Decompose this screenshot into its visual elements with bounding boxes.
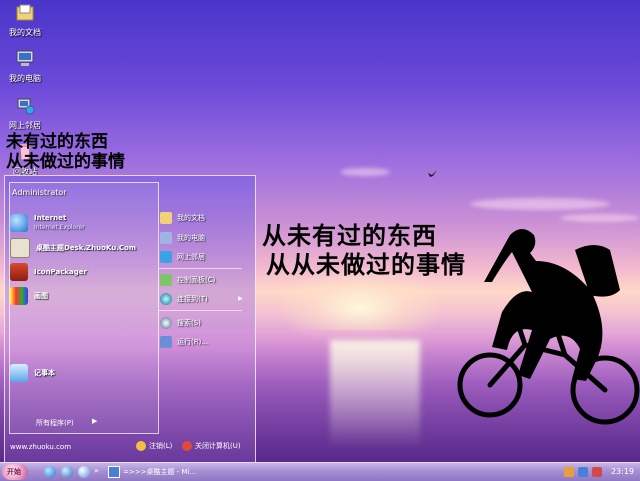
- tray-icon[interactable]: [564, 467, 574, 477]
- my-computer-icon: [160, 232, 172, 244]
- tray-icon[interactable]: [592, 467, 602, 477]
- desktop-icon-my-documents[interactable]: 我的文档: [0, 4, 50, 38]
- cyclist-silhouette: [457, 229, 640, 425]
- wallpaper-caption: 从未有过的东西 从从未做过的事情: [262, 222, 466, 280]
- pinned-internet[interactable]: Internet Internet Explorer: [10, 212, 85, 234]
- start-search[interactable]: 搜索(S): [160, 316, 201, 330]
- start-item-label: 我的电脑: [177, 234, 205, 242]
- all-programs-button[interactable]: 所有程序(P): [36, 418, 74, 428]
- wallpaper-caption-overlay: 未有过的东西 从未做过的事情: [6, 132, 125, 172]
- paint-icon: [10, 287, 28, 305]
- start-menu-url: www.zhuoku.com: [10, 443, 72, 451]
- overlay-line: 从未做过的事情: [6, 152, 125, 172]
- overlay-line: 未有过的东西: [6, 132, 108, 152]
- internet-explorer-icon: [10, 214, 28, 232]
- cloud: [340, 168, 390, 176]
- wallpaper-caption-line: 从从未做过的事情: [266, 251, 466, 279]
- start-network-places[interactable]: 网上邻居: [160, 250, 205, 264]
- zhuoku-theme-icon: [10, 238, 30, 258]
- taskbar: 开始 » =>>>桌酷主题 - Mi... 23:19: [0, 462, 640, 481]
- shutdown-button[interactable]: 关闭计算机(U): [182, 441, 241, 451]
- pinned-zhuoku[interactable]: 桌酷主题Desk.ZhuoKu.Com: [10, 237, 136, 259]
- pinned-paint[interactable]: 画图: [10, 285, 48, 307]
- shutdown-label: 关闭计算机(U): [195, 442, 241, 450]
- pinned-notepad[interactable]: 记事本: [10, 362, 55, 384]
- my-documents-icon: [16, 4, 34, 21]
- desktop-icon-my-computer[interactable]: 我的电脑: [0, 50, 50, 84]
- pinned-label: 桌酷主题Desk.ZhuoKu.Com: [36, 243, 137, 252]
- logoff-label: 注销(L): [149, 442, 173, 450]
- network-places-icon: [160, 251, 172, 263]
- menu-separator: [158, 268, 242, 269]
- desktop-icon-label: 我的文档: [9, 28, 41, 37]
- window-icon: [108, 466, 120, 478]
- start-my-documents[interactable]: 我的文档: [160, 211, 205, 225]
- chevron-right-icon: ▶: [92, 417, 98, 425]
- taskbar-task-button[interactable]: =>>>桌酷主题 - Mi...: [108, 465, 222, 479]
- my-computer-icon: [16, 50, 34, 66]
- control-panel-icon: [160, 274, 172, 286]
- desktop-icon-label: 网上邻居: [9, 121, 41, 130]
- taskbar-task-label: =>>>桌酷主题 - Mi...: [123, 468, 197, 476]
- my-documents-icon: [160, 212, 172, 224]
- desktop-icon-label: 我的电脑: [9, 74, 41, 83]
- start-menu-username: Administrator: [12, 188, 67, 197]
- start-connect-to[interactable]: 连接到(T): [160, 292, 208, 306]
- search-icon: [160, 317, 172, 329]
- pinned-label: 画图: [34, 291, 48, 300]
- key-icon: [136, 441, 146, 451]
- start-button[interactable]: 开始: [2, 464, 28, 480]
- start-control-panel[interactable]: 控制面板(C): [160, 273, 215, 287]
- sun-reflection: [330, 340, 420, 460]
- tray-icon[interactable]: [578, 467, 588, 477]
- start-label: 开始: [7, 468, 21, 476]
- bird-silhouette: [428, 170, 437, 177]
- cloud: [470, 198, 610, 210]
- pinned-label: Internet: [34, 214, 67, 222]
- start-my-computer[interactable]: 我的电脑: [160, 231, 205, 245]
- start-item-label: 搜索(S): [177, 319, 201, 327]
- logoff-button[interactable]: 注销(L): [136, 441, 172, 451]
- iconpackager-icon: [10, 263, 28, 281]
- start-item-label: 网上邻居: [177, 253, 205, 261]
- chevron-right-icon: ▶: [238, 295, 243, 302]
- start-item-label: 控制面板(C): [177, 276, 216, 284]
- notepad-icon: [10, 364, 28, 382]
- start-run[interactable]: 运行(R)...: [160, 335, 208, 349]
- globe-icon: [160, 293, 172, 305]
- clock[interactable]: 23:19: [611, 467, 634, 476]
- quick-launch-chevron[interactable]: »: [94, 466, 99, 475]
- menu-separator: [158, 310, 242, 311]
- pinned-label: IconPackager: [34, 267, 87, 276]
- start-item-label: 我的文档: [177, 214, 205, 222]
- start-item-label: 连接到(T): [177, 295, 208, 303]
- media-player-icon[interactable]: [61, 466, 73, 478]
- pinned-sublabel: Internet Explorer: [34, 224, 85, 231]
- pinned-iconpackager[interactable]: IconPackager: [10, 261, 87, 283]
- desktop-icon-network-places[interactable]: 网上邻居: [0, 97, 50, 131]
- show-desktop-icon[interactable]: [78, 466, 90, 478]
- run-icon: [160, 336, 172, 348]
- network-places-icon: [17, 98, 35, 115]
- internet-explorer-icon[interactable]: [44, 466, 56, 478]
- power-icon: [182, 441, 192, 451]
- start-item-label: 运行(R)...: [177, 338, 209, 346]
- wallpaper-caption-line: 从未有过的东西: [262, 222, 437, 250]
- pinned-label: 记事本: [34, 368, 55, 377]
